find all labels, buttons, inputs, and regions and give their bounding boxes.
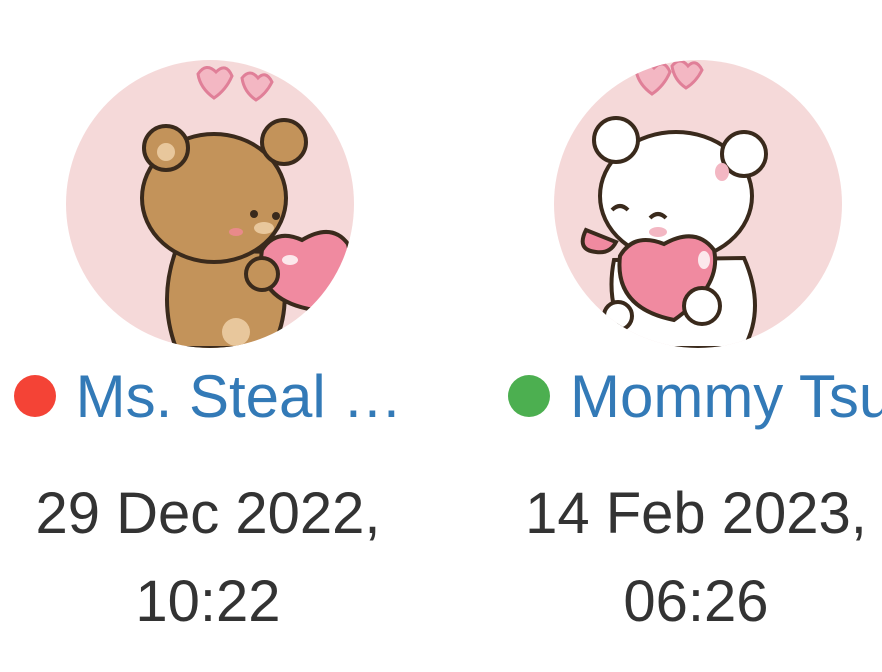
user-grid: Ms. Steal … 29 Dec 2022, 10:22 Mommy Tsu… <box>0 0 882 672</box>
last-seen-timestamp: 29 Dec 2022, 10:22 <box>0 470 428 646</box>
last-seen-timestamp: 14 Feb 2023, 06:26 <box>476 470 882 646</box>
timestamp-date: 29 Dec 2022, <box>35 481 381 546</box>
user-name-row[interactable]: Mommy Tsu <box>476 356 882 436</box>
user-card: Mommy Tsu 14 Feb 2023, 06:26 <box>476 0 882 672</box>
user-card: Ms. Steal … 29 Dec 2022, 10:22 <box>0 0 428 672</box>
online-status-dot <box>508 375 550 417</box>
user-name-row[interactable]: Ms. Steal … <box>0 356 428 436</box>
timestamp-date: 14 Feb 2023, <box>525 481 867 546</box>
brown-bear-avatar[interactable] <box>66 60 354 348</box>
timestamp-time: 10:22 <box>135 569 281 634</box>
user-name-link[interactable]: Mommy Tsu <box>570 362 882 431</box>
user-name-link[interactable]: Ms. Steal … <box>76 362 403 431</box>
offline-status-dot <box>13 375 56 417</box>
white-bear-avatar[interactable] <box>554 60 842 348</box>
timestamp-time: 06:26 <box>623 569 769 634</box>
